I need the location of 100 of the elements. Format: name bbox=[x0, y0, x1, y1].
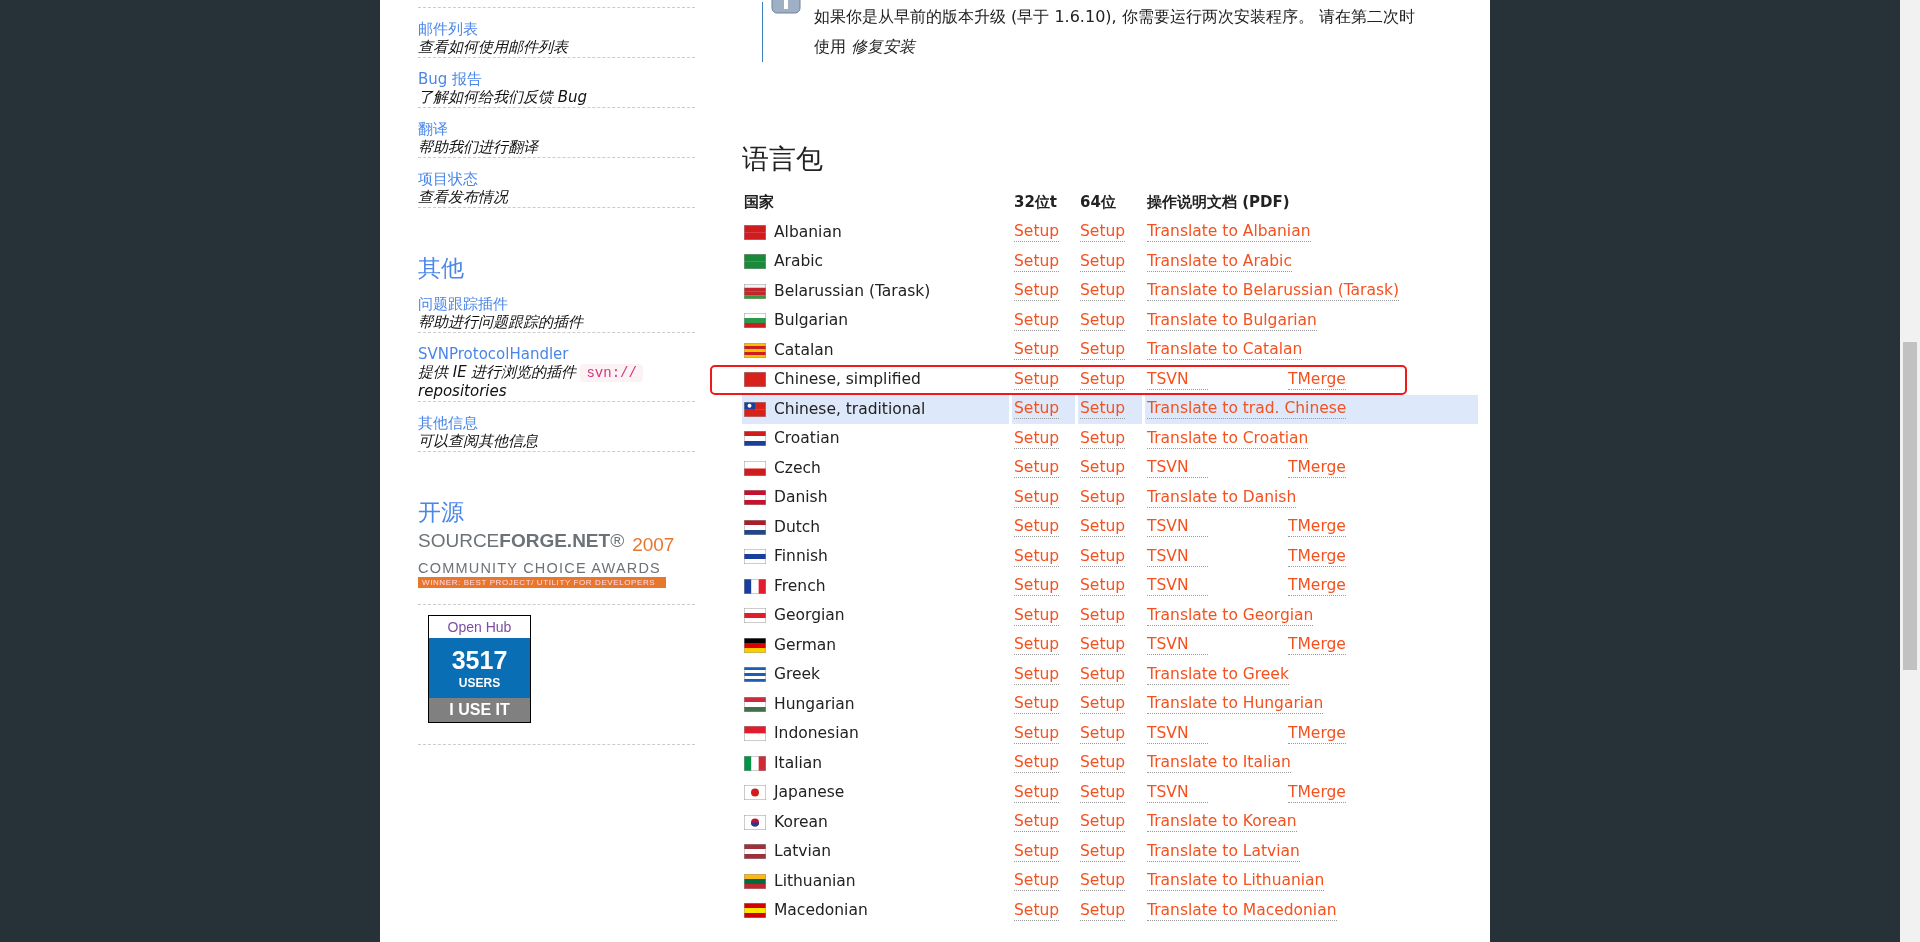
doc-link[interactable]: TMerge bbox=[1288, 369, 1346, 390]
setup-link[interactable]: Setup bbox=[1080, 546, 1126, 567]
doc-link[interactable]: TSVN bbox=[1147, 517, 1208, 538]
doc-link[interactable]: TMerge bbox=[1288, 635, 1346, 656]
sidebar-link[interactable]: SVNProtocolHandler bbox=[418, 345, 569, 363]
setup-link[interactable]: Setup bbox=[1014, 222, 1060, 243]
doc-link[interactable]: Translate to Croatian bbox=[1147, 428, 1309, 449]
setup-link[interactable]: Setup bbox=[1080, 487, 1126, 508]
setup-link[interactable]: Setup bbox=[1014, 664, 1060, 685]
sidebar-link[interactable]: 邮件列表 bbox=[418, 20, 478, 38]
setup-link[interactable]: Setup bbox=[1080, 694, 1126, 715]
country-name: Macedonian bbox=[774, 900, 868, 921]
doc-link[interactable]: TSVN bbox=[1147, 458, 1208, 479]
doc-link[interactable]: TMerge bbox=[1288, 517, 1346, 538]
doc-link[interactable]: TMerge bbox=[1288, 723, 1346, 744]
doc-link[interactable]: TMerge bbox=[1288, 458, 1346, 479]
sidebar-description: 帮助我们进行翻译 bbox=[418, 138, 538, 156]
setup-link[interactable]: Setup bbox=[1014, 310, 1060, 331]
setup-link[interactable]: Setup bbox=[1080, 340, 1126, 361]
setup-link[interactable]: Setup bbox=[1014, 694, 1060, 715]
doc-link[interactable]: TSVN bbox=[1147, 576, 1208, 597]
doc-link[interactable]: Translate to Catalan bbox=[1147, 340, 1303, 361]
setup-link[interactable]: Setup bbox=[1014, 546, 1060, 567]
doc-link[interactable]: TSVN bbox=[1147, 369, 1208, 390]
doc-link[interactable]: Translate to Lithuanian bbox=[1147, 871, 1325, 892]
setup-link[interactable]: Setup bbox=[1080, 310, 1126, 331]
country-name: Hungarian bbox=[774, 693, 855, 715]
doc-link[interactable]: Translate to Italian bbox=[1147, 753, 1291, 774]
setup-link[interactable]: Setup bbox=[1080, 517, 1126, 538]
doc-link[interactable]: Translate to Hungarian bbox=[1147, 694, 1324, 715]
setup-link[interactable]: Setup bbox=[1014, 340, 1060, 361]
setup-link[interactable]: Setup bbox=[1014, 900, 1060, 921]
setup-link[interactable]: Setup bbox=[1080, 222, 1126, 243]
doc-link[interactable]: TSVN bbox=[1147, 723, 1208, 744]
setup-link[interactable]: Setup bbox=[1014, 635, 1060, 656]
doc-link[interactable]: TSVN bbox=[1147, 782, 1208, 803]
doc-link[interactable]: Translate to Macedonian bbox=[1147, 900, 1337, 921]
flag-icon bbox=[744, 342, 766, 358]
setup-link[interactable]: Setup bbox=[1014, 782, 1060, 803]
setup-link[interactable]: Setup bbox=[1014, 487, 1060, 508]
setup-link[interactable]: Setup bbox=[1080, 635, 1126, 656]
doc-link[interactable]: Translate to Georgian bbox=[1147, 605, 1314, 626]
setup-link[interactable]: Setup bbox=[1014, 605, 1060, 626]
setup-link[interactable]: Setup bbox=[1080, 281, 1126, 302]
doc-link[interactable]: TMerge bbox=[1288, 576, 1346, 597]
doc-link[interactable]: Translate to Albanian bbox=[1147, 222, 1311, 243]
sidebar-link[interactable]: Bug 报告 bbox=[418, 70, 483, 88]
setup-link[interactable]: Setup bbox=[1080, 664, 1126, 685]
country-name: Czech bbox=[774, 457, 821, 479]
setup-link[interactable]: Setup bbox=[1080, 753, 1126, 774]
setup-link[interactable]: Setup bbox=[1014, 753, 1060, 774]
flag-icon bbox=[744, 549, 766, 565]
setup-link[interactable]: Setup bbox=[1080, 782, 1126, 803]
setup-link[interactable]: Setup bbox=[1080, 841, 1126, 862]
setup-link[interactable]: Setup bbox=[1080, 369, 1126, 390]
doc-link[interactable]: Translate to Bulgarian bbox=[1147, 310, 1317, 331]
scrollbar-thumb[interactable] bbox=[1903, 342, 1917, 670]
setup-link[interactable]: Setup bbox=[1014, 841, 1060, 862]
setup-link[interactable]: Setup bbox=[1014, 369, 1060, 390]
sidebar-description: 可以查阅其他信息 bbox=[418, 432, 538, 450]
scrollbar[interactable] bbox=[1900, 0, 1920, 942]
column-header: 64位 bbox=[1079, 192, 1117, 213]
setup-link[interactable]: Setup bbox=[1014, 428, 1060, 449]
sidebar-link[interactable]: 问题跟踪插件 bbox=[418, 295, 508, 313]
setup-link[interactable]: Setup bbox=[1014, 723, 1060, 744]
doc-link[interactable]: Translate to Belarussian (Tarask) bbox=[1147, 281, 1400, 302]
setup-link[interactable]: Setup bbox=[1080, 871, 1126, 892]
setup-link[interactable]: Setup bbox=[1014, 281, 1060, 302]
setup-link[interactable]: Setup bbox=[1080, 576, 1126, 597]
award-year: 2007 bbox=[632, 533, 675, 557]
doc-link[interactable]: Translate to Danish bbox=[1147, 487, 1297, 508]
setup-link[interactable]: Setup bbox=[1014, 517, 1060, 538]
openhub-badge[interactable]: Open Hub 3517 USERS I USE IT bbox=[428, 614, 531, 723]
doc-link[interactable]: TSVN bbox=[1147, 635, 1208, 656]
doc-link[interactable]: Translate to Arabic bbox=[1147, 251, 1292, 272]
doc-link[interactable]: Translate to Greek bbox=[1147, 664, 1289, 685]
setup-link[interactable]: Setup bbox=[1080, 605, 1126, 626]
setup-link[interactable]: Setup bbox=[1014, 576, 1060, 597]
column-header: 国家 bbox=[743, 192, 775, 213]
sidebar-link[interactable]: 项目状态 bbox=[418, 170, 478, 188]
setup-link[interactable]: Setup bbox=[1080, 428, 1126, 449]
setup-link[interactable]: Setup bbox=[1080, 812, 1126, 833]
doc-link[interactable]: TMerge bbox=[1288, 782, 1346, 803]
country-name: Korean bbox=[774, 811, 828, 833]
section-heading: 开源 bbox=[418, 498, 465, 527]
flag-icon bbox=[744, 313, 766, 329]
doc-link[interactable]: Translate to Latvian bbox=[1147, 841, 1300, 862]
setup-link[interactable]: Setup bbox=[1080, 723, 1126, 744]
doc-link[interactable]: TMerge bbox=[1288, 546, 1346, 567]
setup-link[interactable]: Setup bbox=[1014, 458, 1060, 479]
doc-link[interactable]: TSVN bbox=[1147, 546, 1208, 567]
sidebar-link[interactable]: 其他信息 bbox=[418, 414, 478, 432]
setup-link[interactable]: Setup bbox=[1080, 458, 1126, 479]
doc-link[interactable]: Translate to Korean bbox=[1147, 812, 1297, 833]
setup-link[interactable]: Setup bbox=[1080, 900, 1126, 921]
setup-link[interactable]: Setup bbox=[1014, 251, 1060, 272]
setup-link[interactable]: Setup bbox=[1014, 812, 1060, 833]
sidebar-link[interactable]: 翻译 bbox=[418, 120, 448, 138]
setup-link[interactable]: Setup bbox=[1014, 871, 1060, 892]
setup-link[interactable]: Setup bbox=[1080, 251, 1126, 272]
